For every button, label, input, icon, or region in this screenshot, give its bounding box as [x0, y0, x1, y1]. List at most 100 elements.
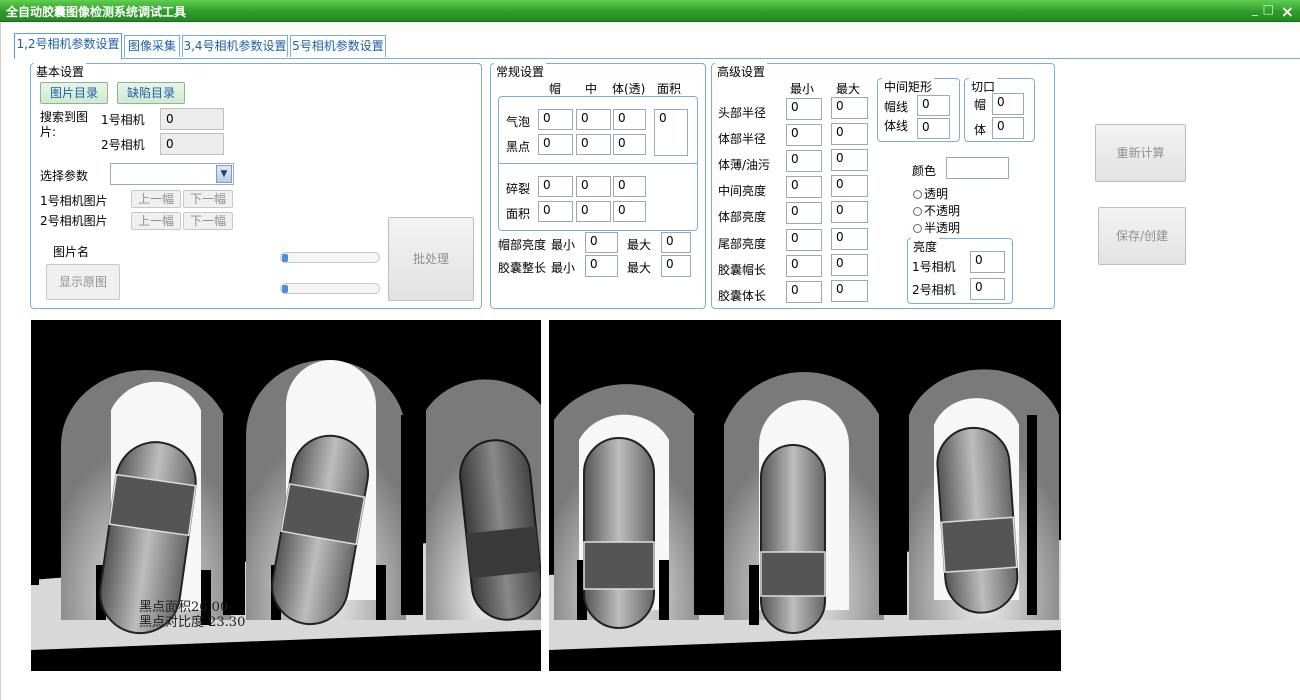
bubble-body-input[interactable]: 0 — [613, 109, 646, 130]
black-dot-middle-input[interactable]: 0 — [576, 134, 611, 155]
full-length-max-input[interactable]: 0 — [661, 255, 691, 277]
advanced-row-max-input[interactable]: 0 — [831, 123, 868, 145]
cap-line-input[interactable]: 0 — [917, 95, 950, 116]
radio-translucent-label: 半透明 — [924, 221, 961, 235]
radio-circle-icon[interactable] — [913, 207, 922, 216]
crack-label: 碎裂 — [506, 182, 531, 196]
brightness-cam1-input[interactable]: 0 — [970, 251, 1005, 273]
advanced-row-max-input[interactable]: 0 — [831, 175, 868, 197]
radio-translucent[interactable]: 半透明 — [913, 219, 960, 236]
tab-image-capture[interactable]: 图像采集 — [124, 35, 180, 57]
advanced-row-max-input[interactable]: 0 — [831, 149, 868, 171]
title-bar: 全自动胶囊图像检测系统调试工具 _ □ × — [0, 0, 1300, 22]
advanced-row-min-input[interactable]: 0 — [786, 150, 822, 172]
cam1-count-field: 0 — [160, 108, 224, 130]
radio-circle-icon[interactable] — [913, 224, 922, 233]
cam1-next-button[interactable]: 下一幅 — [183, 190, 233, 208]
crack-area-middle-input[interactable]: 0 — [576, 201, 611, 222]
cam1-image-label: 1号相机图片 — [40, 194, 108, 208]
image-dir-button[interactable]: 图片目录 — [40, 82, 108, 104]
maximize-icon[interactable]: □ — [1263, 2, 1274, 16]
save-create-button[interactable]: 保存/创建 — [1098, 207, 1186, 265]
advanced-min-header: 最小 — [790, 82, 815, 96]
slider-1-thumb[interactable] — [282, 254, 288, 262]
area-input[interactable]: 0 — [654, 109, 688, 156]
radio-transparent-label: 透明 — [924, 187, 949, 201]
advanced-row-label: 体部亮度 — [718, 210, 767, 224]
cut-body-input[interactable]: 0 — [992, 117, 1024, 139]
cut-cap-label: 帽 — [974, 98, 987, 112]
color-field[interactable] — [946, 157, 1009, 179]
cap-brightness-max-label: 最大 — [627, 238, 652, 252]
cam2-count-label: 2号相机 — [101, 138, 145, 152]
radio-circle-icon[interactable] — [913, 190, 922, 199]
advanced-row-max-input[interactable]: 0 — [831, 97, 868, 119]
cam2-prev-button[interactable]: 上一幅 — [131, 212, 181, 230]
show-original-button[interactable]: 显示原图 — [46, 264, 120, 300]
cap-brightness-min-label: 最小 — [551, 238, 576, 252]
defect-dir-button[interactable]: 缺陷目录 — [117, 82, 185, 104]
general-settings-legend: 常规设置 — [494, 63, 547, 80]
advanced-row-label: 体部半径 — [718, 132, 767, 146]
image-name-label: 图片名 — [53, 245, 90, 259]
recalculate-button[interactable]: 重新计算 — [1095, 124, 1186, 182]
header-area: 面积 — [657, 82, 682, 96]
slider-2-thumb[interactable] — [282, 285, 288, 293]
cam2-next-button[interactable]: 下一幅 — [183, 212, 233, 230]
crack-area-cap-input[interactable]: 0 — [538, 201, 573, 222]
tab-cam12-settings[interactable]: 1,2号相机参数设置 — [14, 33, 122, 59]
advanced-row-max-input[interactable]: 0 — [831, 280, 868, 302]
brightness-cam2-input[interactable]: 0 — [970, 278, 1005, 300]
advanced-row-min-input[interactable]: 0 — [786, 281, 822, 303]
crack-middle-input[interactable]: 0 — [576, 176, 611, 197]
tabstrip-divider — [14, 58, 1300, 59]
cam2-image-label: 2号相机图片 — [40, 214, 108, 228]
advanced-row-max-input[interactable]: 0 — [831, 228, 868, 250]
advanced-row-label: 中间亮度 — [718, 184, 767, 198]
header-middle: 中 — [585, 82, 598, 96]
minimize-icon[interactable]: _ — [1252, 2, 1258, 16]
cap-brightness-max-input[interactable]: 0 — [661, 232, 691, 253]
bubble-cap-input[interactable]: 0 — [538, 109, 573, 130]
bubble-middle-input[interactable]: 0 — [576, 109, 611, 130]
advanced-row-min-input[interactable]: 0 — [786, 98, 822, 120]
batch-process-button[interactable]: 批处理 — [388, 217, 474, 301]
cut-body-label: 体 — [974, 123, 987, 137]
cap-line-label: 帽线 — [884, 100, 909, 114]
advanced-row-max-input[interactable]: 0 — [831, 254, 868, 276]
advanced-row-label: 体薄/油污 — [718, 158, 771, 172]
slider-1[interactable] — [280, 252, 380, 263]
crack-area-body-input[interactable]: 0 — [613, 201, 646, 222]
black-dot-contrast-overlay: 黑点对比度 23.30 — [139, 615, 246, 630]
header-body-transparent: 体(透) — [612, 82, 646, 96]
black-dot-body-input[interactable]: 0 — [613, 134, 646, 155]
radio-transparent[interactable]: 透明 — [913, 185, 948, 202]
cam1-prev-button[interactable]: 上一幅 — [131, 190, 181, 208]
cut-cap-input[interactable]: 0 — [992, 93, 1024, 115]
advanced-row-min-input[interactable]: 0 — [786, 176, 822, 198]
crack-cap-input[interactable]: 0 — [538, 176, 573, 197]
full-length-min-input[interactable]: 0 — [585, 255, 618, 277]
full-length-min-label: 最小 — [551, 261, 576, 275]
chevron-down-icon[interactable]: ▼ — [216, 165, 232, 183]
crack-body-input[interactable]: 0 — [613, 176, 646, 197]
full-length-max-label: 最大 — [627, 261, 652, 275]
brightness-legend: 亮度 — [911, 238, 940, 255]
select-param-dropdown[interactable]: ▼ — [110, 163, 234, 185]
cap-brightness-min-input[interactable]: 0 — [585, 232, 618, 253]
body-line-input[interactable]: 0 — [917, 118, 950, 139]
black-dot-cap-input[interactable]: 0 — [538, 134, 573, 155]
bubble-label: 气泡 — [506, 115, 531, 129]
tab-cam34-settings[interactable]: 3,4号相机参数设置 — [182, 35, 288, 57]
radio-opaque[interactable]: 不透明 — [913, 202, 960, 219]
slider-2[interactable] — [280, 283, 380, 294]
advanced-row-min-input[interactable]: 0 — [786, 202, 822, 224]
close-icon[interactable]: × — [1281, 2, 1294, 21]
advanced-row-min-input[interactable]: 0 — [786, 229, 822, 251]
advanced-row-min-input[interactable]: 0 — [786, 124, 822, 146]
tab-cam5-settings[interactable]: 5号相机参数设置 — [290, 35, 386, 57]
found-images-label: 搜索到图片: — [40, 110, 89, 139]
advanced-row-max-input[interactable]: 0 — [831, 201, 868, 223]
advanced-row-label: 尾部亮度 — [718, 237, 767, 251]
advanced-row-min-input[interactable]: 0 — [786, 255, 822, 277]
